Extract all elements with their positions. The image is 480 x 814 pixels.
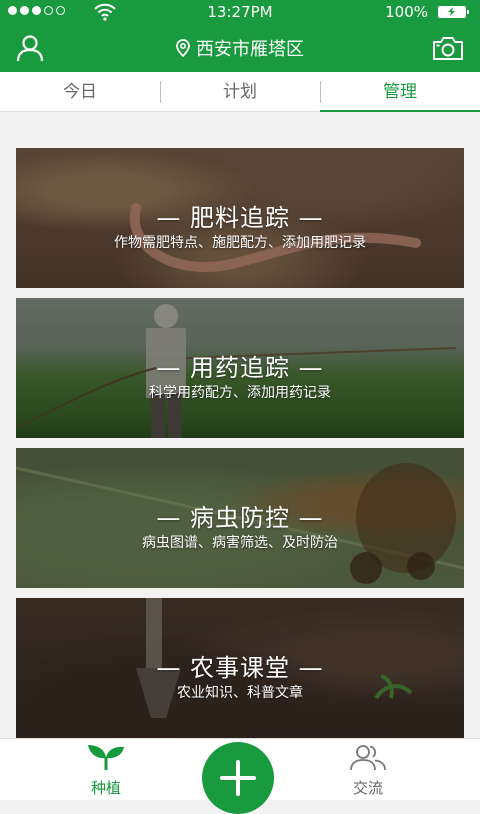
card-subtitle: 作物需肥特点、施肥配方、添加用肥记录 <box>114 235 366 251</box>
nav-plant[interactable]: 种植 <box>66 743 146 798</box>
location-pin-icon <box>176 39 190 57</box>
pest-control-card[interactable]: — 病虫防控 — 病虫图谱、病害筛选、及时防治 <box>16 448 464 588</box>
card-title: — 农事课堂 — <box>156 654 324 682</box>
nav-plant-label: 种植 <box>90 779 121 797</box>
card-title: — 病虫防控 — <box>156 504 324 532</box>
farming-class-card[interactable]: — 农事课堂 — 农业知识、科普文章 <box>16 598 464 738</box>
add-button[interactable] <box>202 742 274 814</box>
tab-today[interactable]: 今日 <box>0 72 160 111</box>
card-subtitle: 病虫图谱、病害筛选、及时防治 <box>142 535 338 551</box>
location-label: 西安市雁塔区 <box>196 39 304 60</box>
camera-icon[interactable] <box>432 35 464 61</box>
battery-level: 100% <box>385 3 428 21</box>
nav-chat[interactable]: 交流 <box>328 743 408 798</box>
card-title: — 用药追踪 — <box>156 354 324 382</box>
card-title: — 肥料追踪 — <box>156 204 324 232</box>
tab-plan[interactable]: 计划 <box>160 72 320 111</box>
tab-bar: 今日 计划 管理 <box>0 72 480 112</box>
fertilizer-tracking-card[interactable]: — 肥料追踪 — 作物需肥特点、施肥配方、添加用肥记录 <box>16 148 464 288</box>
battery-icon <box>438 6 469 18</box>
location-selector[interactable]: 西安市雁塔区 <box>0 35 480 61</box>
community-icon <box>350 745 386 771</box>
app-header: 西安市雁塔区 <box>0 24 480 72</box>
status-bar: 13:27PM 100% <box>0 0 480 24</box>
card-subtitle: 科学用药配方、添加用药记录 <box>149 385 331 401</box>
pesticide-tracking-card[interactable]: — 用药追踪 — 科学用药配方、添加用药记录 <box>16 298 464 438</box>
tab-manage[interactable]: 管理 <box>320 72 480 112</box>
card-subtitle: 农业知识、科普文章 <box>177 685 303 701</box>
sprout-icon <box>88 745 124 770</box>
nav-chat-label: 交流 <box>352 779 383 797</box>
